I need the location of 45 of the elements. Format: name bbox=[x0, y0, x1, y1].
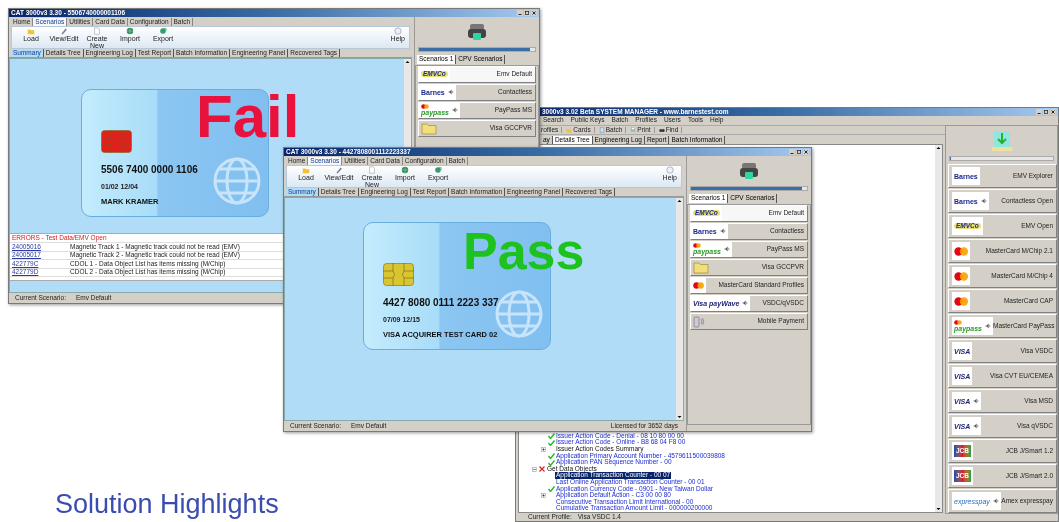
document-icon bbox=[368, 166, 376, 174]
check-icon bbox=[547, 485, 555, 492]
document-icon bbox=[598, 127, 605, 133]
expander-icon[interactable] bbox=[541, 493, 546, 498]
folder-icon bbox=[693, 260, 709, 274]
folder-icon bbox=[566, 127, 573, 133]
scroll-up-icon[interactable] bbox=[404, 59, 411, 65]
overlapping-circles-logo bbox=[693, 281, 705, 289]
download-icon bbox=[991, 130, 1012, 152]
scroll-up-icon[interactable] bbox=[676, 198, 683, 204]
help-icon bbox=[665, 166, 674, 174]
window-controls-icon[interactable] bbox=[517, 10, 537, 16]
printer-icon bbox=[630, 127, 637, 133]
slide-title: Solution Highlights bbox=[55, 491, 279, 518]
binoculars-icon bbox=[658, 127, 665, 133]
overlapping-circles-logo bbox=[954, 246, 969, 256]
card-reader-icon bbox=[739, 161, 759, 181]
expander-icon[interactable] bbox=[541, 446, 546, 452]
overlapping-circles-logo bbox=[954, 320, 962, 325]
card-number: 5506 7400 0000 1106 bbox=[101, 165, 199, 175]
cross-icon bbox=[539, 466, 545, 473]
globe-icon bbox=[401, 166, 409, 174]
result-label: Fail bbox=[196, 87, 300, 147]
window-controls-icon[interactable] bbox=[789, 149, 809, 155]
chip-icon bbox=[101, 130, 132, 153]
scroll-up-icon[interactable] bbox=[935, 145, 942, 151]
card-number: 4427 8080 0111 2223 337 bbox=[383, 298, 500, 308]
document-icon bbox=[93, 27, 101, 35]
chip-icon bbox=[383, 263, 414, 286]
result-label: Pass bbox=[463, 225, 585, 277]
card-reader-icon bbox=[467, 22, 487, 42]
overlapping-circles-logo bbox=[954, 271, 969, 281]
folder-icon bbox=[302, 166, 310, 174]
folder-icon bbox=[421, 121, 437, 135]
scroll-down-icon[interactable] bbox=[935, 506, 942, 512]
overlapping-circles-logo bbox=[421, 104, 429, 109]
globe-drawing bbox=[212, 156, 262, 206]
folder-icon bbox=[27, 27, 35, 35]
phone-icon bbox=[693, 314, 705, 328]
overlapping-circles-logo bbox=[954, 296, 969, 306]
expander-icon[interactable] bbox=[532, 466, 537, 472]
help-icon bbox=[393, 27, 402, 35]
overlapping-circles-logo bbox=[693, 243, 701, 248]
globe-icon bbox=[126, 27, 134, 35]
window-controls-icon[interactable] bbox=[1036, 109, 1056, 115]
